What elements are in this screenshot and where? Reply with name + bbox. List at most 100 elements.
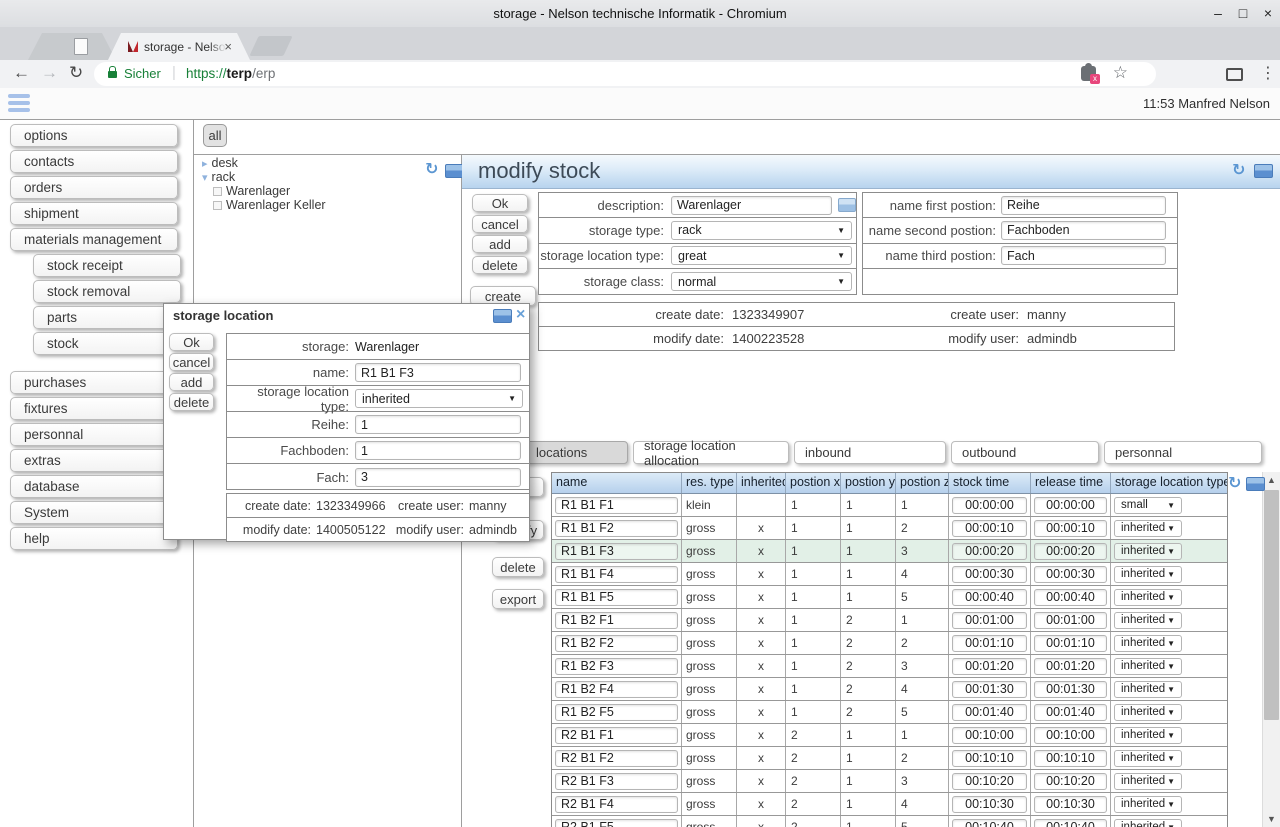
column-header-postion-y[interactable]: postion y xyxy=(841,473,896,493)
loc-type-select[interactable]: inherited▼ xyxy=(1114,796,1182,813)
loc-type-select[interactable]: inherited▼ xyxy=(1114,681,1182,698)
stock-time-input[interactable]: 00:01:10 xyxy=(952,635,1027,652)
browser-menu-icon[interactable]: ⋮ xyxy=(1260,63,1276,83)
ms-left-select-2[interactable]: great▼ xyxy=(671,246,852,265)
tab-inbound[interactable]: inbound xyxy=(794,441,946,464)
loc-type-select[interactable]: inherited▼ xyxy=(1114,589,1182,606)
sidebar-item-options[interactable]: options xyxy=(10,124,178,147)
table-delete-button[interactable]: delete xyxy=(492,557,544,577)
stock-time-input[interactable]: 00:01:00 xyxy=(952,612,1027,629)
sidebar-item-materials-management[interactable]: materials management xyxy=(10,228,178,251)
dlg-input-1[interactable]: R1 B1 F3 xyxy=(355,363,521,382)
tab-close-icon[interactable]: × xyxy=(224,39,232,54)
stock-time-input[interactable]: 00:10:00 xyxy=(952,727,1027,744)
cancel-button[interactable]: cancel xyxy=(472,215,528,233)
column-header-release-time[interactable]: release time xyxy=(1031,473,1111,493)
extension-icon[interactable]: x xyxy=(1081,66,1096,81)
name-input[interactable]: R1 B1 F2 xyxy=(555,520,678,537)
release-time-input[interactable]: 00:01:00 xyxy=(1034,612,1107,629)
column-header-res-type[interactable]: res. type xyxy=(682,473,737,493)
add-button[interactable]: add xyxy=(472,235,528,253)
ms-right-input-2[interactable]: Fach xyxy=(1001,246,1166,265)
stock-time-input[interactable]: 00:00:40 xyxy=(952,589,1027,606)
stock-time-input[interactable]: 00:01:40 xyxy=(952,704,1027,721)
column-header-inherited[interactable]: inherited xyxy=(737,473,786,493)
tree-node-desk[interactable]: ▸desk xyxy=(202,156,238,170)
sidebar-subitem-stock-receipt[interactable]: stock receipt xyxy=(33,254,181,277)
release-time-input[interactable]: 00:01:40 xyxy=(1034,704,1107,721)
sidebar-subitem-stock[interactable]: stock xyxy=(33,332,181,355)
tree-filter-all-button[interactable]: all xyxy=(203,124,227,147)
maximize-button[interactable]: □ xyxy=(1232,3,1254,23)
tree-node-rack[interactable]: ▾rack xyxy=(202,170,235,184)
release-time-input[interactable]: 00:00:00 xyxy=(1034,497,1107,514)
dialog-drawer-icon[interactable] xyxy=(493,309,512,323)
release-time-input[interactable]: 00:10:40 xyxy=(1034,819,1107,827)
dlg-select-2[interactable]: inherited▼ xyxy=(355,389,523,408)
loc-type-select[interactable]: inherited▼ xyxy=(1114,520,1182,537)
table-export-button[interactable]: export xyxy=(492,589,544,609)
sidebar-subitem-parts[interactable]: parts xyxy=(33,306,181,329)
sidebar-item-purchases[interactable]: purchases xyxy=(10,371,178,394)
field-drawer-icon[interactable] xyxy=(838,198,856,212)
stock-time-input[interactable]: 00:10:30 xyxy=(952,796,1027,813)
panel-drawer-icon[interactable] xyxy=(1254,164,1273,178)
release-time-input[interactable]: 00:00:20 xyxy=(1034,543,1107,560)
sidebar-subitem-stock-removal[interactable]: stock removal xyxy=(33,280,181,303)
sidebar-item-shipment[interactable]: shipment xyxy=(10,202,178,225)
scroll-up-icon[interactable]: ▲ xyxy=(1263,472,1280,488)
release-time-input[interactable]: 00:01:20 xyxy=(1034,658,1107,675)
stock-time-input[interactable]: 00:00:00 xyxy=(952,497,1027,514)
loc-type-select[interactable]: inherited▼ xyxy=(1114,773,1182,790)
release-time-input[interactable]: 00:10:30 xyxy=(1034,796,1107,813)
ms-right-input-1[interactable]: Fachboden xyxy=(1001,221,1166,240)
table-drawer-icon[interactable] xyxy=(1246,477,1265,491)
column-header-stock-time[interactable]: stock time xyxy=(949,473,1031,493)
sidebar-item-help[interactable]: help xyxy=(10,527,178,550)
tab-locations[interactable]: locations xyxy=(525,441,628,464)
release-time-input[interactable]: 00:00:10 xyxy=(1034,520,1107,537)
release-time-input[interactable]: 00:10:00 xyxy=(1034,727,1107,744)
dialog-ok-button[interactable]: Ok xyxy=(169,333,214,351)
name-input[interactable]: R2 B1 F3 xyxy=(555,773,678,790)
loc-type-select[interactable]: inherited▼ xyxy=(1114,819,1182,827)
name-input[interactable]: R1 B2 F3 xyxy=(555,658,678,675)
name-input[interactable]: R1 B2 F5 xyxy=(555,704,678,721)
dlg-input-4[interactable]: 1 xyxy=(355,441,521,460)
sidebar-item-database[interactable]: database xyxy=(10,475,178,498)
ms-left-select-3[interactable]: normal▼ xyxy=(671,272,852,291)
column-header-name[interactable]: name xyxy=(552,473,682,493)
panel-refresh-icon[interactable]: ↻ xyxy=(1232,163,1245,179)
stock-time-input[interactable]: 00:10:20 xyxy=(952,773,1027,790)
loc-type-select[interactable]: inherited▼ xyxy=(1114,635,1182,652)
dialog-delete-button[interactable]: delete xyxy=(169,393,214,411)
sidebar-item-orders[interactable]: orders xyxy=(10,176,178,199)
stock-time-input[interactable]: 00:01:20 xyxy=(952,658,1027,675)
tab-personnal[interactable]: personnal xyxy=(1104,441,1262,464)
column-header-postion-x[interactable]: postion x xyxy=(786,473,841,493)
table-scrollbar[interactable]: ▲ ▼ xyxy=(1262,472,1280,827)
loc-type-select[interactable]: small▼ xyxy=(1114,497,1182,514)
loc-type-select[interactable]: inherited▼ xyxy=(1114,566,1182,583)
name-input[interactable]: R1 B1 F1 xyxy=(555,497,678,514)
dialog-add-button[interactable]: add xyxy=(169,373,214,391)
release-time-input[interactable]: 00:00:40 xyxy=(1034,589,1107,606)
sidebar-item-contacts[interactable]: contacts xyxy=(10,150,178,173)
loc-type-select[interactable]: inherited▼ xyxy=(1114,543,1182,560)
reload-button[interactable]: ↻ xyxy=(69,63,83,83)
address-bar[interactable]: Sicher | https://terp/erp x ☆ xyxy=(94,62,1156,86)
loc-type-select[interactable]: inherited▼ xyxy=(1114,727,1182,744)
name-input[interactable]: R1 B1 F5 xyxy=(555,589,678,606)
scroll-down-icon[interactable]: ▼ xyxy=(1263,811,1280,827)
release-time-input[interactable]: 00:00:30 xyxy=(1034,566,1107,583)
forward-button[interactable]: → xyxy=(41,63,58,83)
dlg-input-5[interactable]: 3 xyxy=(355,468,521,487)
pinned-tab[interactable] xyxy=(28,33,116,60)
loc-type-select[interactable]: inherited▼ xyxy=(1114,704,1182,721)
release-time-input[interactable]: 00:10:20 xyxy=(1034,773,1107,790)
minimize-button[interactable]: – xyxy=(1207,3,1229,23)
tab-storage-location-allocation[interactable]: storage location allocation xyxy=(633,441,789,464)
name-input[interactable]: R1 B1 F3 xyxy=(555,543,678,560)
new-tab-button[interactable] xyxy=(249,36,292,56)
name-input[interactable]: R1 B2 F2 xyxy=(555,635,678,652)
